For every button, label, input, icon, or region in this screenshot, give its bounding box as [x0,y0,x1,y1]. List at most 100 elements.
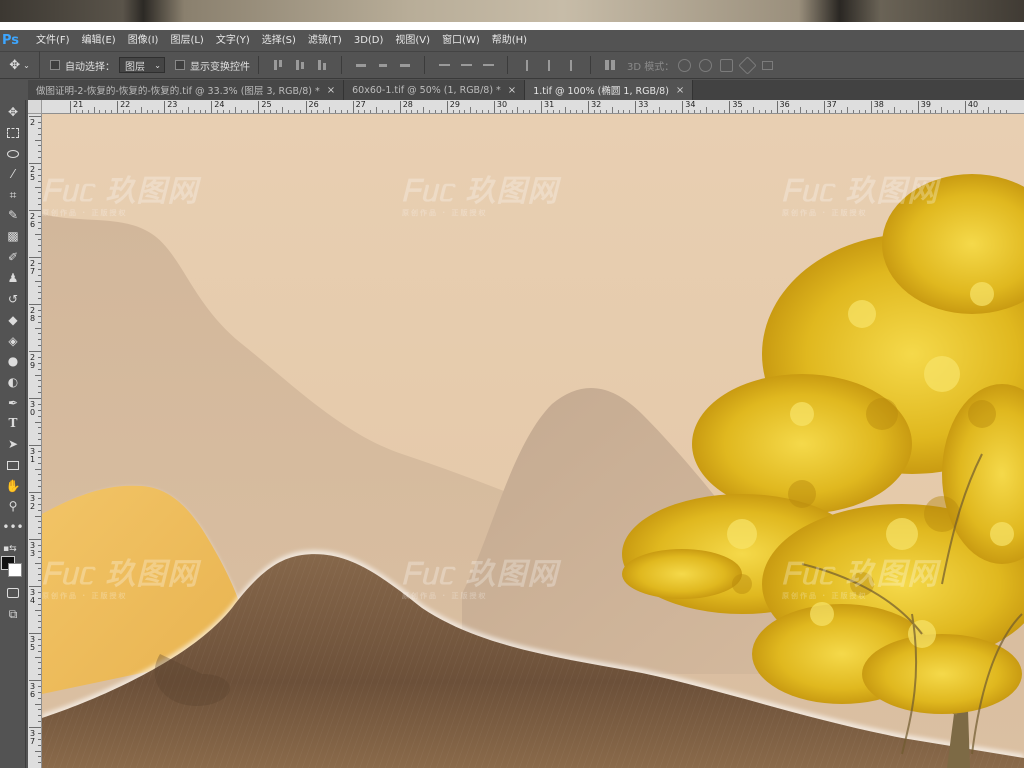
ruler-tick [29,445,41,446]
show-transform-checkbox[interactable] [175,60,185,70]
close-icon[interactable]: × [327,85,335,96]
magic-wand-icon[interactable]: ⁄ [3,165,23,183]
slide-3d-icon[interactable] [738,55,757,75]
blur-icon[interactable]: ● [3,352,23,370]
crop-icon[interactable]: ⌗ [3,186,23,204]
distribute-right-icon[interactable] [564,58,578,72]
ruler-minor-tick [38,127,41,129]
align-hcenter-icon[interactable] [376,58,390,72]
rectangle-icon[interactable] [3,456,23,474]
path-select-icon[interactable]: ➤ [3,435,23,453]
distribute-bottom-icon[interactable] [481,58,495,72]
ruler-label: 3 4 [30,588,36,605]
screen-mode-icon[interactable]: ⧉ [3,605,23,623]
ruler-corner[interactable] [28,100,42,114]
menu-view[interactable]: 视图(V) [389,30,436,51]
ruler-minor-tick [152,110,154,113]
brush-icon[interactable]: ✐ [3,248,23,266]
background-color-swatch[interactable] [8,563,22,577]
more-icon[interactable]: ••• [2,518,23,536]
document-canvas[interactable]: ᖴᥙᥴ 玖图网 原创作品 · 正版授权 ᖴᥙᥴ 玖图网 原创作品 · 正版授权 ᖴᥙ… [42,114,1024,768]
auto-select-dropdown[interactable]: 图层 ⌄ [119,57,165,73]
align-vcenter-icon[interactable] [293,58,307,72]
align-bottom-icon[interactable] [315,58,329,72]
document-tab[interactable]: 60x60-1.tif @ 50% (1, RGB/8) * × [344,80,526,100]
ruler-label: 26 [308,100,319,109]
align-right-icon[interactable] [398,58,412,72]
distribute-top-icon[interactable] [437,58,451,72]
ruler-minor-tick [93,107,95,113]
lasso-icon[interactable] [3,145,23,163]
eraser-icon[interactable]: ◆ [3,311,23,329]
ruler-minor-tick [334,110,336,113]
orbit-3d-icon[interactable] [678,58,692,72]
align-top-icon[interactable] [271,58,285,72]
app-logo: Ps [2,33,20,48]
ruler-minor-tick [38,356,41,358]
menu-layer[interactable]: 图层(L) [164,30,209,51]
zoom-icon[interactable]: ⚲ [3,497,23,515]
auto-select-value: 图层 [125,61,145,73]
ruler-minor-tick [38,697,41,699]
ruler-minor-tick [752,107,754,113]
ruler-tick [29,680,41,681]
marquee-icon[interactable] [3,124,23,142]
watermark-sub: 原创作品 · 正版授权 [782,209,868,217]
menu-help[interactable]: 帮助(H) [486,30,533,51]
distribute-left-icon[interactable] [520,58,534,72]
ruler-tick [870,101,872,113]
align-left-icon[interactable] [354,58,368,72]
menu-filter[interactable]: 滤镜(T) [302,30,348,51]
menu-file[interactable]: 文件(F) [30,30,76,51]
menu-select[interactable]: 选择(S) [256,30,302,51]
ruler-minor-tick [841,110,843,113]
move-tool-preset-icon[interactable]: ✥ ⌄ [0,51,40,79]
ruler-minor-tick [311,110,313,113]
ruler-minor-tick [38,251,41,253]
history-brush-icon[interactable]: ↺ [3,290,23,308]
dodge-icon[interactable]: ◐ [3,373,23,391]
eyedropper-icon[interactable]: ✎ [3,206,23,224]
distribute-vcenter-icon[interactable] [459,58,473,72]
ruler-label: 34 [685,100,696,109]
document-tab-active[interactable]: 1.tif @ 100% (椭圆 1, RGB/8) × [525,80,694,100]
paint-bucket-icon[interactable]: ◈ [3,332,23,350]
ruler-minor-tick [794,110,796,113]
ruler-minor-tick [576,110,578,113]
pen-icon[interactable]: ✒ [3,394,23,412]
close-icon[interactable]: × [508,85,516,96]
vertical-ruler[interactable]: 2 2 5 2 6 2 7 2 8 2 9 3 0 3 1 3 2 3 3 3 4 3 5 3 6 3 7 [28,114,42,768]
ruler-minor-tick [287,110,289,113]
menu-3d[interactable]: 3D(D) [348,30,390,51]
document-tab[interactable]: 做图证明-2-恢复的-恢复的-恢复的.tif @ 33.3% (图层 3, RG… [28,80,345,100]
menu-type[interactable]: 文字(Y) [210,30,256,51]
ruler-minor-tick [38,685,41,687]
auto-select-checkbox[interactable] [50,60,60,70]
ruler-label: 3 1 [30,447,36,464]
ruler-minor-tick [35,609,41,611]
horizontal-ruler[interactable]: 21 22 23 24 25 26 27 28 29 30 31 32 33 34 35 36 37 38 39 40 [42,100,1024,114]
ruler-minor-tick [217,110,219,113]
ruler-minor-tick [758,110,760,113]
roll-3d-icon[interactable] [699,58,713,72]
distribute-hcenter-icon[interactable] [542,58,556,72]
ruler-label: 35 [732,100,743,109]
ruler-minor-tick [38,157,41,159]
move-icon[interactable]: ✥ [3,103,23,121]
ruler-minor-tick [38,274,41,276]
close-icon[interactable]: × [676,85,684,96]
type-icon[interactable]: T [3,414,23,432]
auto-align-icon[interactable] [603,58,617,72]
ruler-minor-tick [38,615,41,617]
menu-window[interactable]: 窗口(W) [436,30,486,51]
pan-3d-icon[interactable] [720,58,734,72]
healing-brush-icon[interactable]: ▩ [3,227,23,245]
menu-image[interactable]: 图像(I) [122,30,165,51]
ruler-tick [29,163,41,164]
hand-icon[interactable]: ✋ [3,477,23,495]
stamp-icon[interactable]: ♟ [3,269,23,287]
menu-edit[interactable]: 编辑(E) [76,30,122,51]
scale-3d-icon[interactable] [762,60,774,70]
ruler-minor-tick [38,215,41,217]
quick-mask-icon[interactable] [3,584,23,602]
